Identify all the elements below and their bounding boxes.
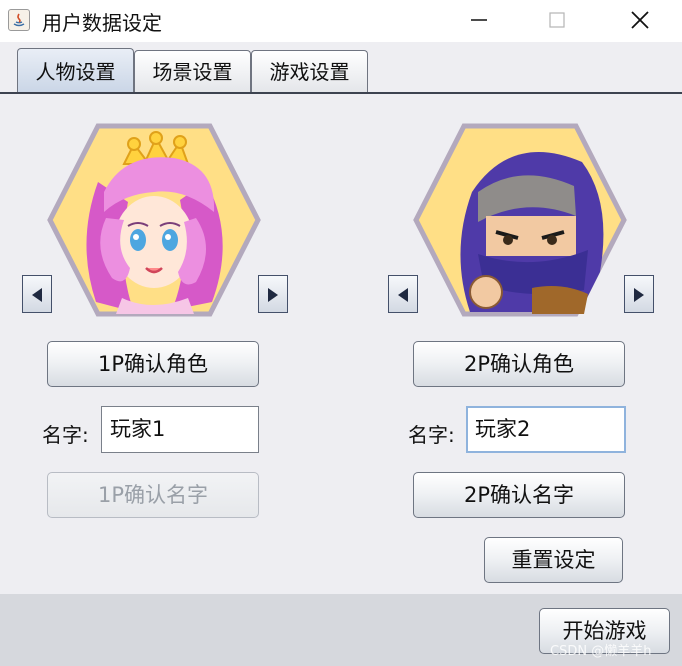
- left-arrow-icon: [398, 288, 408, 302]
- player1-name-input[interactable]: 玩家1: [101, 406, 259, 453]
- left-arrow-icon: [32, 288, 42, 302]
- player2-confirm-name-button[interactable]: 2P确认名字: [413, 472, 625, 518]
- csdn-watermark: CSDN @懒羊羊h: [550, 644, 652, 659]
- title-bar: 用户数据设定: [0, 0, 682, 42]
- reset-settings-button[interactable]: 重置设定: [484, 537, 623, 583]
- player2-prev-character-button[interactable]: [388, 275, 418, 313]
- player1-character-portrait: [47, 123, 261, 317]
- player2-confirm-character-button[interactable]: 2P确认角色: [413, 341, 625, 387]
- maximize-button[interactable]: [533, 0, 581, 40]
- right-arrow-icon: [268, 288, 278, 302]
- player2-name-input[interactable]: 玩家2: [466, 406, 626, 453]
- player2-next-character-button[interactable]: [624, 275, 654, 313]
- player1-next-character-button[interactable]: [258, 275, 288, 313]
- minimize-button[interactable]: [455, 0, 503, 40]
- minimize-icon: [471, 19, 487, 21]
- player2-character-portrait: [413, 123, 627, 317]
- right-arrow-icon: [634, 288, 644, 302]
- maximize-icon: [549, 12, 565, 28]
- player1-confirm-name-button[interactable]: 1P确认名字: [47, 472, 259, 518]
- player1-name-label: 名字:: [42, 423, 89, 447]
- java-app-icon: [8, 9, 30, 31]
- tab-scene-settings[interactable]: 场景设置: [134, 50, 251, 92]
- tab-game-settings[interactable]: 游戏设置: [251, 50, 368, 92]
- player2-name-label: 名字:: [408, 423, 455, 447]
- close-icon: [631, 11, 649, 29]
- tab-character-settings[interactable]: 人物设置: [17, 48, 134, 94]
- game-settings-window: 用户数据设定 人物设置 场景设置 游戏设置 1P确认角色 名字: 玩家1 1P确…: [0, 0, 682, 666]
- close-button[interactable]: [616, 0, 664, 40]
- player1-confirm-character-button[interactable]: 1P确认角色: [47, 341, 259, 387]
- player1-prev-character-button[interactable]: [22, 275, 52, 313]
- window-title: 用户数据设定: [42, 11, 162, 35]
